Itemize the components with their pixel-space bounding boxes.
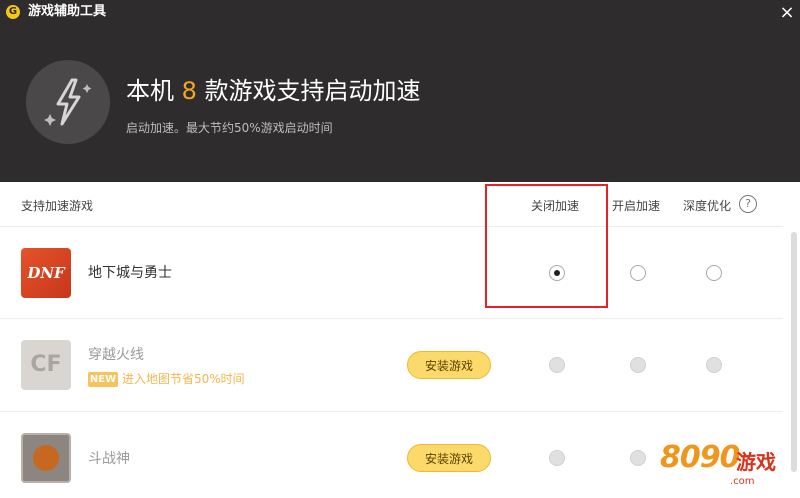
headline-suffix: 款游戏支持启动加速 — [204, 77, 421, 105]
promo-text: 进入地图节省50%时间 — [122, 372, 245, 386]
headline: 本机 8 款游戏支持启动加速 — [126, 74, 421, 108]
column-header-games: 支持加速游戏 — [21, 199, 94, 213]
column-header-deep: 深度优化 — [683, 199, 732, 213]
help-icon[interactable]: ? — [739, 195, 757, 213]
radio-enable-dzs — [630, 450, 646, 466]
header-divider — [0, 226, 783, 227]
window-title: 游戏辅助工具 — [28, 4, 107, 19]
game-icon-cf: CF — [21, 340, 71, 390]
highlight-box — [485, 184, 608, 308]
watermark-domain: .com — [730, 476, 755, 487]
radio-enable-cf — [630, 357, 646, 373]
new-badge: NEW — [88, 372, 118, 387]
install-game-button[interactable]: 安装游戏 — [407, 444, 491, 472]
row-divider — [0, 318, 783, 319]
game-name: 斗战神 — [88, 451, 130, 467]
site-watermark: 8090 游戏 .com — [660, 436, 790, 492]
radio-deep-dnf[interactable] — [706, 265, 722, 281]
subtitle: 启动加速。最大节约50%游戏启动时间 — [126, 121, 333, 135]
install-game-button[interactable]: 安装游戏 — [407, 351, 491, 379]
radio-deep-cf — [706, 357, 722, 373]
radio-disable-cf — [549, 357, 565, 373]
lightning-icon — [26, 60, 110, 144]
app-logo-icon: G — [6, 5, 20, 19]
watermark-digits: 8090 — [660, 440, 740, 475]
close-button[interactable]: × — [776, 2, 798, 24]
column-header-enable: 开启加速 — [612, 199, 661, 213]
cf-logo-text: CF — [30, 352, 62, 377]
radio-disable-dzs — [549, 450, 565, 466]
title-bar: G 游戏辅助工具 × — [0, 0, 800, 26]
dnf-logo-text: DNF — [27, 264, 65, 282]
row-divider — [0, 411, 783, 412]
header-banner: G 游戏辅助工具 × 本机 8 款游戏支持启动加速 启动加速。最大节约50%游戏… — [0, 0, 800, 182]
radio-enable-dnf[interactable] — [630, 265, 646, 281]
headline-prefix: 本机 — [126, 77, 174, 105]
game-name: 穿越火线 — [88, 347, 144, 363]
game-name: 地下城与勇士 — [88, 265, 172, 281]
game-icon-dnf: DNF — [21, 248, 71, 298]
game-count: 8 — [181, 77, 197, 105]
watermark-word: 游戏 — [736, 450, 776, 474]
scrollbar[interactable] — [791, 232, 797, 472]
dzs-emblem — [33, 445, 59, 471]
game-icon-dzs — [21, 433, 71, 483]
